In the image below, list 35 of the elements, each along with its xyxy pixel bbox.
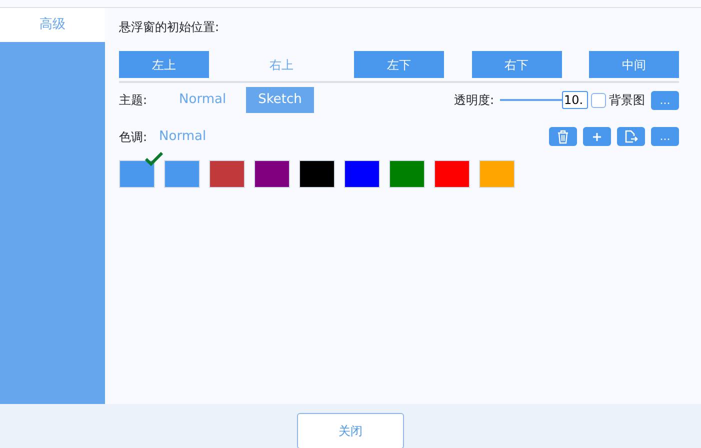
add-button[interactable] xyxy=(583,127,611,146)
background-image-label: 背景图 xyxy=(609,92,645,109)
opacity-field[interactable]: 10. xyxy=(562,91,588,109)
color-swatch[interactable] xyxy=(479,160,515,188)
position-label: 悬浮窗的初始位置: xyxy=(119,19,220,36)
browse-button[interactable]: ... xyxy=(651,90,679,110)
export-button[interactable] xyxy=(617,127,645,146)
opacity-label: 透明度: xyxy=(454,92,494,109)
export-icon xyxy=(624,130,638,144)
more-button[interactable]: ... xyxy=(651,127,679,146)
sidebar-tab[interactable]: 高级 xyxy=(0,8,105,42)
color-swatch[interactable] xyxy=(164,160,200,188)
position-button[interactable]: 中间 xyxy=(589,51,679,78)
color-swatch[interactable] xyxy=(389,160,425,188)
theme-option[interactable]: Normal xyxy=(167,87,238,113)
position-button[interactable]: 右下 xyxy=(472,51,562,78)
color-swatch[interactable] xyxy=(299,160,335,188)
theme-option[interactable]: Sketch xyxy=(246,87,314,113)
tone-label: 色调: xyxy=(119,128,148,146)
color-swatch[interactable] xyxy=(344,160,380,188)
checkmark-icon xyxy=(145,152,163,166)
position-button[interactable]: 左下 xyxy=(354,51,444,78)
close-button[interactable]: 关闭 xyxy=(297,413,404,448)
checkbox[interactable] xyxy=(591,92,606,108)
theme-label: 主题: xyxy=(119,92,148,109)
color-swatch[interactable] xyxy=(434,160,470,188)
plus-icon xyxy=(593,132,601,141)
position-button[interactable]: 左上 xyxy=(119,51,209,78)
position-button[interactable]: 右上 xyxy=(236,51,326,78)
color-swatch[interactable] xyxy=(254,160,290,188)
color-swatch[interactable] xyxy=(119,160,155,188)
delete-button[interactable] xyxy=(549,127,577,146)
tone-value: Normal xyxy=(159,128,206,146)
trash-icon xyxy=(557,130,569,144)
color-swatch[interactable] xyxy=(209,160,245,188)
